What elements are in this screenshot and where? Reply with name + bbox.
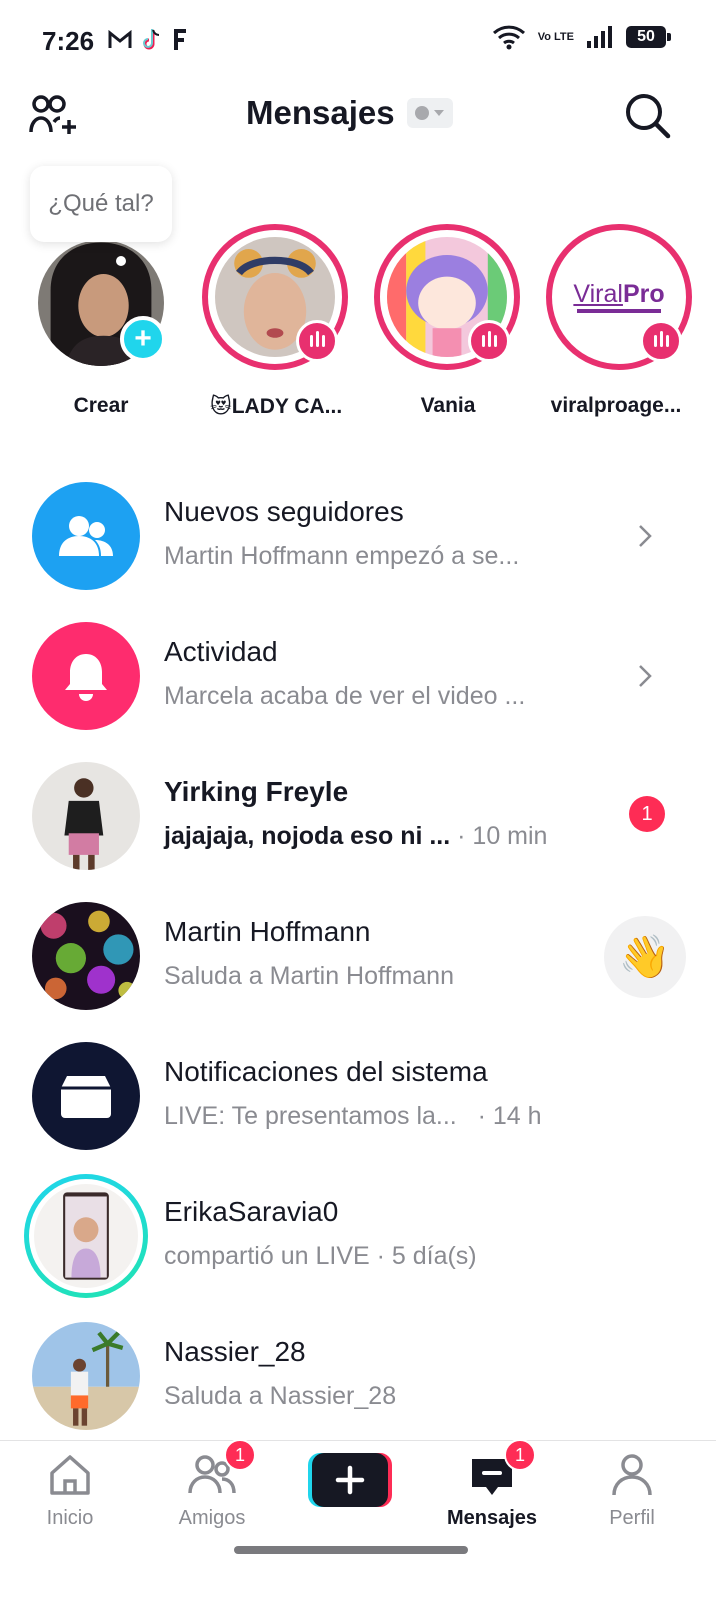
last-message: LIVE: Te presentamos la...: [164, 1102, 457, 1130]
conversation-title: Actividad: [164, 636, 278, 667]
story-viralpro[interactable]: ViralPro viralproage...: [534, 160, 694, 430]
user-avatar: [32, 1322, 140, 1430]
activity-avatar: [32, 622, 140, 730]
message-time: · 14 h: [477, 1102, 542, 1130]
battery-indicator: 50: [626, 26, 671, 48]
bubble-tail: [116, 256, 126, 266]
live-icon: [468, 320, 510, 362]
story-name: Vania: [420, 394, 476, 417]
story-vania[interactable]: Vania: [362, 160, 522, 430]
tab-mensajes[interactable]: 1 Mensajes: [432, 1439, 552, 1551]
note-bubble[interactable]: ¿Qué tal?: [30, 166, 172, 242]
conversation-preview-line: LIVE: Te presentamos la... · 14 h: [164, 1102, 542, 1131]
chevron-right-icon: [639, 525, 652, 547]
logo-part: Pro: [622, 280, 665, 308]
story-name: 😻LADY CA...: [209, 395, 343, 418]
wave-button[interactable]: 👋: [604, 916, 686, 998]
conversation-title: Notificaciones del sistema: [164, 1056, 488, 1087]
story-name: Crear: [73, 394, 129, 417]
bell-icon: [65, 654, 107, 701]
title-group: Mensajes: [246, 94, 453, 132]
conversation-title: Martin Hoffmann: [164, 916, 371, 947]
friends-icon: 1: [188, 1439, 256, 1499]
conversation-preview: Marcela acaba de ver el video ...: [164, 682, 526, 710]
status-dot: [415, 106, 430, 120]
search-icon[interactable]: [622, 90, 674, 142]
caret-down-icon: [434, 110, 445, 116]
conversation-preview-line: jajajaja, nojoda eso ni ... · 10 min: [164, 822, 547, 851]
chevron-right-icon: [639, 665, 652, 687]
followers-avatar: [32, 482, 140, 590]
volte-indicator: Vo LTE: [537, 30, 574, 43]
story-lady-ca[interactable]: 😻LADY CA...: [190, 160, 350, 430]
live-ring: [24, 1174, 148, 1298]
user-avatar: [32, 902, 140, 1010]
live-icon: [640, 320, 682, 362]
last-message: jajajaja, nojoda eso ni ...: [164, 822, 451, 850]
user-avatar: [32, 762, 140, 870]
home-indicator[interactable]: [234, 1546, 468, 1554]
conversation-preview: Saluda a Nassier_28: [164, 1382, 397, 1410]
tab-label: Perfil: [609, 1507, 655, 1529]
page-title: Mensajes: [246, 94, 395, 131]
gmail-icon: [108, 30, 132, 48]
conversation-preview: Martin Hoffmann empezó a se...: [164, 542, 520, 570]
tab-label: Amigos: [178, 1507, 246, 1529]
list-item-system[interactable]: Notificaciones del sistema LIVE: Te pres…: [0, 1026, 716, 1166]
online-status-toggle[interactable]: [406, 98, 453, 128]
tab-inicio[interactable]: Inicio: [10, 1451, 130, 1551]
status-bar: 7:26 Vo LTE 50: [0, 0, 716, 80]
tab-label: Inicio: [46, 1507, 94, 1529]
conversation-title: Yirking Freyle: [164, 776, 349, 807]
bottom-tab-bar: Inicio 1 Amigos 1 Mensajes Perfil: [0, 1439, 716, 1601]
list-item-new-followers[interactable]: Nuevos seguidores Martin Hoffmann empezó…: [0, 466, 716, 606]
conversation-title: Nassier_28: [164, 1336, 306, 1367]
notification-badge: 1: [504, 1439, 536, 1471]
list-item-martin[interactable]: Martin Hoffmann Saluda a Martin Hoffmann…: [0, 886, 716, 1026]
inbox-icon: [61, 1076, 111, 1118]
list-item-erika[interactable]: ErikaSaravia0 compartió un LIVE · 5 día(…: [0, 1166, 716, 1306]
create-post-button[interactable]: [308, 1453, 392, 1507]
list-item-yirking[interactable]: Yirking Freyle jajajaja, nojoda eso ni .…: [0, 746, 716, 886]
people-icon: [59, 516, 113, 556]
conversation-preview: Saluda a Martin Hoffmann: [164, 962, 454, 990]
status-time: 7:26: [42, 26, 95, 56]
notification-badge: 1: [224, 1439, 256, 1471]
app-f-icon: [174, 29, 186, 50]
wifi-icon: [492, 25, 525, 50]
unread-badge: 1: [629, 796, 665, 832]
conversation-preview: compartió un LIVE · 5 día(s): [164, 1242, 477, 1270]
list-item-activity[interactable]: Actividad Marcela acaba de ver el video …: [0, 606, 716, 746]
signal-icon: [587, 26, 612, 48]
home-icon: [46, 1451, 94, 1499]
list-item-nassier[interactable]: Nassier_28 Saluda a Nassier_28: [0, 1306, 716, 1446]
tab-label: Mensajes: [446, 1507, 538, 1529]
message-time: · 10 min: [457, 822, 548, 850]
header: Mensajes: [0, 80, 716, 150]
messages-icon: 1: [468, 1439, 536, 1499]
story-name: viralproage...: [550, 394, 682, 417]
profile-icon: [608, 1451, 656, 1499]
conversation-title: Nuevos seguidores: [164, 496, 404, 527]
add-story-icon[interactable]: +: [120, 316, 166, 362]
logo-part: Viral: [573, 280, 623, 308]
live-icon: [296, 320, 338, 362]
system-avatar: [32, 1042, 140, 1150]
tiktok-icon: [143, 29, 160, 50]
tab-amigos[interactable]: 1 Amigos: [152, 1439, 272, 1551]
status-app-icons: [108, 28, 190, 52]
stories-row: + Crear ¿Qué tal? 😻LADY CA... Vania Vira…: [0, 160, 716, 440]
user-avatar: [34, 1184, 138, 1288]
add-friends-icon[interactable]: [28, 92, 80, 136]
status-right: Vo LTE 50: [492, 24, 671, 50]
tab-perfil[interactable]: Perfil: [572, 1451, 692, 1551]
conversation-title: ErikaSaravia0: [164, 1196, 339, 1227]
